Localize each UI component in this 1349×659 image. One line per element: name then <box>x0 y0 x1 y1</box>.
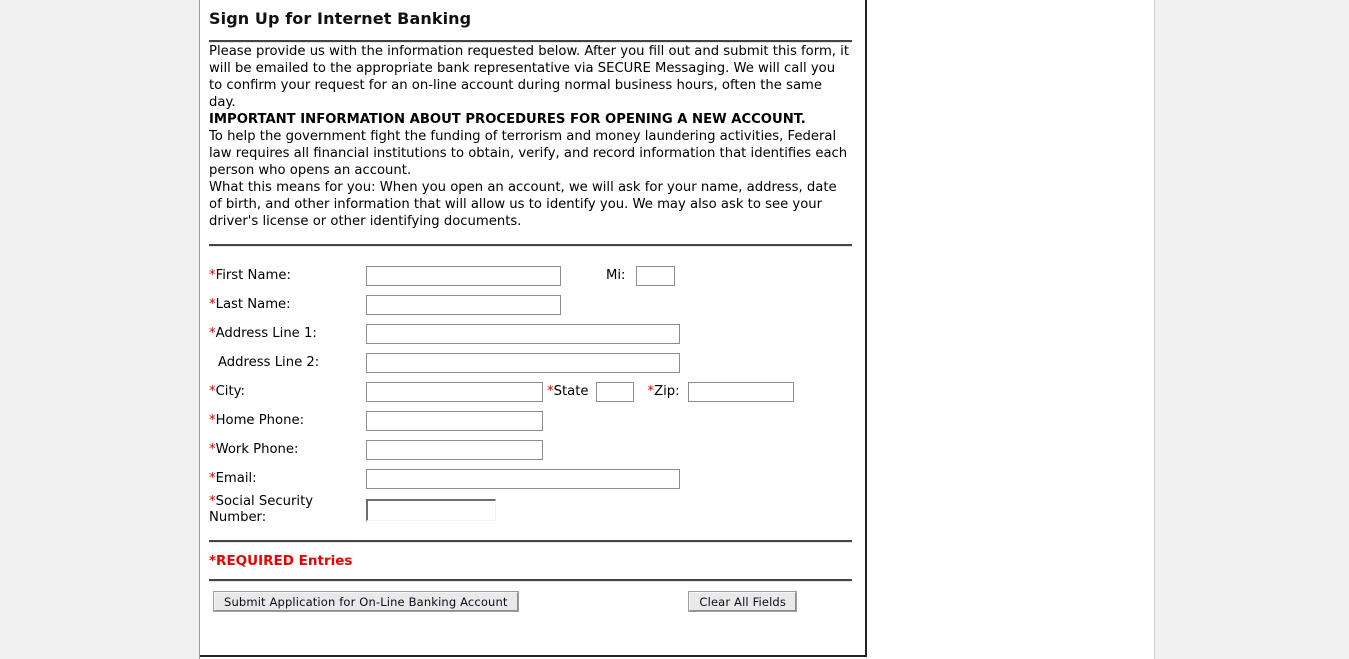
label-first-name: *First Name: <box>209 268 366 284</box>
label-address-line-2: Address Line 2: <box>218 354 320 370</box>
required-divider-top <box>209 540 852 543</box>
row-email: *Email: <box>209 464 852 493</box>
first-name-input[interactable] <box>366 265 561 286</box>
form-divider <box>209 244 852 247</box>
required-asterisk: * <box>209 325 216 341</box>
required-asterisk: * <box>209 267 216 283</box>
page-title: Sign Up for Internet Banking <box>209 9 472 28</box>
label-last-name-text: Last Name: <box>215 296 291 312</box>
label-address-line-1-text: Address Line 1: <box>215 325 317 341</box>
notice-body: To help the government fight the funding… <box>209 128 852 230</box>
required-asterisk: * <box>209 494 216 509</box>
document-column: Sign Up for Internet Banking Please prov… <box>199 0 1155 659</box>
signup-form: *First Name: Mi: *Last Name: *Address Li… <box>209 261 852 527</box>
form-button-row: Submit Application for On-Line Banking A… <box>209 591 852 612</box>
middle-initial-input[interactable] <box>635 265 675 286</box>
content-frame: Sign Up for Internet Banking Please prov… <box>200 0 867 657</box>
required-entries-note: *REQUIRED Entries <box>209 553 353 569</box>
required-asterisk: * <box>209 470 216 486</box>
label-email: *Email: <box>209 471 366 487</box>
label-first-name-text: First Name: <box>215 267 291 283</box>
required-asterisk: * <box>209 383 216 399</box>
required-asterisk: * <box>209 412 216 428</box>
label-ssn-line-2: Number: <box>209 510 267 525</box>
label-work-phone: *Work Phone: <box>209 442 366 458</box>
row-last-name: *Last Name: <box>209 290 852 319</box>
row-first-name: *First Name: Mi: <box>209 261 852 290</box>
intro-paragraph: Please provide us with the information r… <box>209 44 850 110</box>
notice-body-line-1: To help the government fight the funding… <box>209 129 848 178</box>
home-phone-input[interactable] <box>366 410 543 431</box>
label-city-text: City: <box>215 383 245 399</box>
row-address-line-1: *Address Line 1: <box>209 319 852 348</box>
clear-all-fields-button[interactable]: Clear All Fields <box>688 591 797 612</box>
row-social-security-number: *Social Security Number: <box>209 493 852 527</box>
label-email-text: Email: <box>215 470 257 486</box>
last-name-input[interactable] <box>366 294 561 315</box>
label-state: *State <box>543 384 596 399</box>
notice-body-line-2: What this means for you: When you open a… <box>209 180 837 229</box>
label-state-text: State <box>553 384 589 399</box>
required-asterisk: * <box>547 384 554 399</box>
page-root: Sign Up for Internet Banking Please prov… <box>0 0 1349 659</box>
state-input[interactable] <box>595 381 634 402</box>
label-last-name: *Last Name: <box>209 297 366 313</box>
required-asterisk: * <box>209 441 216 457</box>
row-address-line-2: Address Line 2: <box>209 348 852 377</box>
row-city-state-zip: *City: *State *Zip: <box>209 377 852 406</box>
row-work-phone: *Work Phone: <box>209 435 852 464</box>
label-mi: Mi: <box>606 268 626 283</box>
zip-input[interactable] <box>687 381 794 402</box>
label-social-security-number: *Social Security Number: <box>209 493 366 526</box>
required-asterisk: * <box>209 296 216 312</box>
work-phone-input[interactable] <box>366 439 543 460</box>
label-zip: *Zip: <box>634 384 688 399</box>
social-security-number-input[interactable] <box>366 499 496 521</box>
label-city: *City: <box>209 384 366 400</box>
address-line-1-input[interactable] <box>366 323 680 344</box>
label-zip-text: Zip: <box>654 384 680 399</box>
city-input[interactable] <box>366 381 543 402</box>
notice-heading: IMPORTANT INFORMATION ABOUT PROCEDURES F… <box>209 112 806 127</box>
label-ssn-line-1: Social Security <box>215 494 314 509</box>
address-line-2-input[interactable] <box>366 352 680 373</box>
email-input[interactable] <box>366 468 680 489</box>
label-work-phone-text: Work Phone: <box>215 441 299 457</box>
row-home-phone: *Home Phone: <box>209 406 852 435</box>
content-padding: Sign Up for Internet Banking Please prov… <box>200 0 865 612</box>
submit-application-button[interactable]: Submit Application for On-Line Banking A… <box>213 591 519 612</box>
label-address-line-1: *Address Line 1: <box>209 326 366 342</box>
label-home-phone: *Home Phone: <box>209 413 366 429</box>
required-divider-bottom <box>209 579 852 582</box>
label-home-phone-text: Home Phone: <box>215 412 305 428</box>
